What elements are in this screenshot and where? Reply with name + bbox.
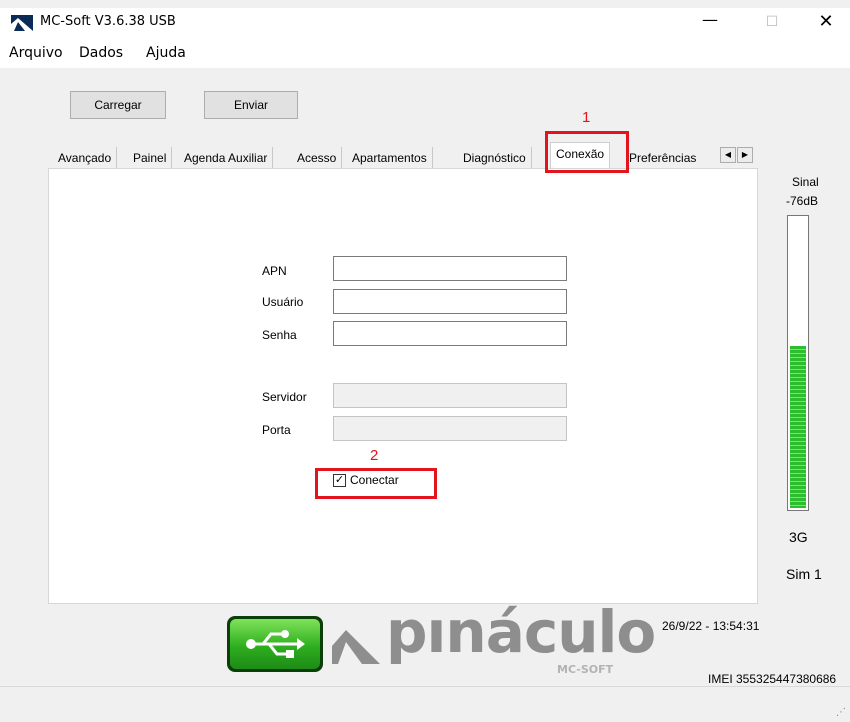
password-input[interactable] <box>333 321 567 346</box>
signal-level-fill <box>790 346 806 508</box>
signal-level-bar <box>787 215 809 511</box>
title-bar: MC-Soft V3.6.38 USB — ☐ ✕ <box>0 8 850 36</box>
resize-grip-icon[interactable]: ⋰ <box>836 707 846 718</box>
port-input <box>333 416 567 441</box>
tab-diagnostico[interactable]: Diagnóstico <box>458 147 532 169</box>
signal-label: Sinal <box>792 175 819 189</box>
user-input[interactable] <box>333 289 567 314</box>
user-label: Usuário <box>262 295 304 309</box>
menu-arquivo[interactable]: Arquivo <box>9 45 63 61</box>
tab-scroll-left-icon[interactable]: ◀ <box>720 147 736 163</box>
tab-scroll-right-icon[interactable]: ▶ <box>737 147 753 163</box>
tab-painel[interactable]: Painel <box>128 147 173 169</box>
port-label: Porta <box>262 423 291 437</box>
tab-preferencias[interactable]: Preferências <box>624 147 701 169</box>
tab-avancado[interactable]: Avançado <box>53 147 118 169</box>
password-label: Senha <box>262 328 297 342</box>
tab-agenda-auxiliar[interactable]: Agenda Auxiliar <box>179 147 274 169</box>
usb-icon <box>227 616 323 672</box>
annotation-number-2: 2 <box>370 447 379 464</box>
imei: IMEI 355325447380686 <box>708 672 837 686</box>
server-input <box>333 383 567 408</box>
apn-input[interactable] <box>333 256 567 281</box>
signal-db: -76dB <box>786 194 819 208</box>
server-label: Servidor <box>262 390 307 404</box>
maximize-button[interactable]: ☐ <box>752 10 792 34</box>
apn-label: APN <box>262 264 287 278</box>
logo-subtitle: MC-SOFT <box>557 663 614 676</box>
network-type: 3G <box>789 529 808 545</box>
pinaculo-logo: pınáculo <box>386 598 656 666</box>
annotation-number-1: 1 <box>582 109 591 126</box>
datetime: 26/9/22 - 13:54:31 <box>662 619 760 633</box>
menu-dados[interactable]: Dados <box>79 45 123 61</box>
pinaculo-mark-icon <box>332 624 380 664</box>
sim-label: Sim 1 <box>786 566 822 582</box>
tab-acesso[interactable]: Acesso <box>292 147 343 169</box>
window-title: MC-Soft V3.6.38 USB <box>40 14 176 29</box>
minimize-button[interactable]: — <box>690 10 730 34</box>
status-bar: ⋰ <box>0 686 850 722</box>
menu-ajuda[interactable]: Ajuda <box>146 45 186 61</box>
tab-apartamentos[interactable]: Apartamentos <box>347 147 433 169</box>
app-icon <box>11 15 33 31</box>
load-button[interactable]: Carregar <box>70 91 166 119</box>
annotation-box-2 <box>315 468 437 499</box>
send-button[interactable]: Enviar <box>204 91 298 119</box>
close-button[interactable]: ✕ <box>806 10 846 34</box>
menu-bar: Arquivo Dados Ajuda <box>0 36 850 68</box>
annotation-box-1 <box>545 131 629 173</box>
main-content: Carregar Enviar Avançado Painel Agenda A… <box>0 68 850 686</box>
